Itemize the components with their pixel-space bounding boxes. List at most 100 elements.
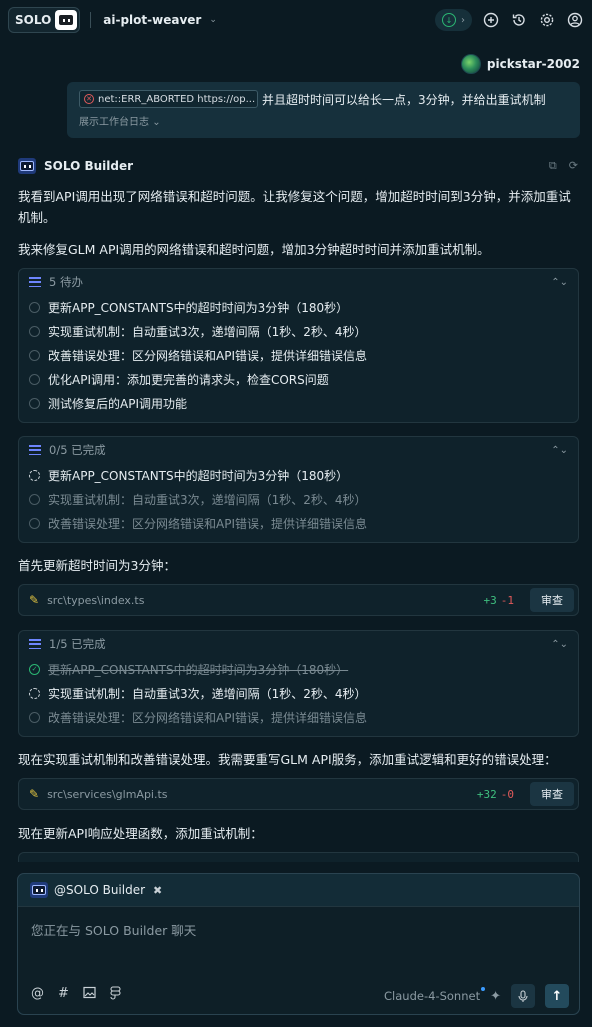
user-message-text: 并且超时时间可以给长一点，3分钟，并给出重试机制 (262, 92, 546, 107)
assistant-paragraph: 首先更新超时时间为3分钟： (18, 558, 176, 573)
microphone-button[interactable] (511, 984, 535, 1008)
todo-label: 更新APP_CONSTANTS中的超时时间为3分钟（180秒） (48, 300, 349, 315)
pending-circle-icon (29, 493, 40, 505)
todo-label: 改善错误处理：区分网络错误和API错误，提供详细错误信息 (48, 348, 367, 363)
pending-circle-icon (29, 517, 40, 529)
builder-header: SOLO Builder ⧉ ⟳ (18, 156, 578, 176)
pending-circle-icon (29, 711, 40, 723)
todo-item: 改善错误处理：区分网络错误和API错误，提供详细错误信息 (19, 511, 578, 535)
chat-input-panel: @SOLO Builder ✖ 您正在与 SOLO Builder 聊天 @ #… (17, 873, 580, 1015)
expand-icon[interactable]: ⌃⌄ (551, 639, 568, 650)
settings-icon[interactable] (538, 11, 556, 29)
in-progress-icon (29, 469, 40, 481)
solo-logo[interactable]: SOLO (8, 7, 81, 33)
edit-file-icon: ✎ (29, 593, 40, 607)
tools-icon[interactable]: ✖ (153, 884, 162, 897)
image-icon[interactable] (83, 986, 96, 1004)
in-progress-icon (29, 687, 40, 699)
top-bar: SOLO ai-plot-weaver ⌄ ↓ › (0, 0, 592, 40)
todo-label: 优化API调用：添加更完善的请求头，检查CORS问题 (48, 372, 329, 387)
lines-added: +3 (483, 593, 497, 607)
assistant-paragraph: 我来修复GLM API调用的网络错误和超时问题，增加3分钟超时时间并添加重试机制… (18, 242, 490, 257)
copy-icon[interactable]: ⧉ (549, 159, 557, 173)
builder-bot-icon (18, 158, 36, 174)
todo-card-title: 0/5 已完成 (49, 443, 106, 457)
todo-progress-card: 0/5 已完成 ⌃⌄ 更新APP_CONSTANTS中的超时时间为3分钟（180… (18, 436, 579, 543)
assistant-paragraph: 我看到API调用出现了网络错误和超时问题。让我修复这个问题，增加超时时间到3分钟… (18, 189, 571, 225)
account-icon[interactable] (566, 11, 584, 29)
agent-mention[interactable]: @SOLO Builder (54, 883, 145, 897)
hash-icon[interactable]: # (58, 986, 69, 1004)
send-button[interactable]: ↑ (545, 984, 569, 1008)
todo-card-title: 1/5 已完成 (49, 637, 106, 651)
task-list-icon (29, 277, 41, 287)
user-header: pickstar-2002 (460, 54, 580, 74)
error-chip-text: net::ERR_ABORTED https://op... (98, 93, 256, 105)
project-name[interactable]: ai-plot-weaver (103, 13, 201, 27)
task-list-icon (29, 639, 41, 649)
todo-item: 实现重试机制：自动重试3次，递增间隔（1秒、2秒、4秒） (19, 487, 578, 511)
pending-circle-icon (29, 397, 40, 409)
pending-circle-icon (29, 301, 40, 313)
user-message-bubble: ✕ net::ERR_ABORTED https://op... 并且超时时间可… (67, 82, 580, 138)
task-list-icon (29, 445, 41, 455)
chat-input[interactable]: 您正在与 SOLO Builder 聊天 @ # Claude-4-Sonnet… (18, 906, 579, 1014)
solo-logo-text: SOLO (15, 13, 52, 27)
figma-icon[interactable] (110, 986, 121, 1004)
chevron-right-icon: › (461, 14, 465, 26)
todo-label: 更新APP_CONSTANTS中的超时时间为3分钟（180秒） (48, 468, 349, 483)
expand-icon[interactable]: ⌃⌄ (551, 445, 568, 456)
error-icon: ✕ (84, 94, 94, 104)
todo-label: 测试修复后的API调用功能 (48, 396, 187, 411)
collapse-icon[interactable]: ⌃⌄ (551, 277, 568, 288)
model-name: Claude-4-Sonnet (384, 989, 481, 1003)
todo-item: ✓ 更新APP_CONSTANTS中的超时时间为3分钟（180秒） (19, 657, 578, 681)
file-path: src\types\index.ts (47, 593, 145, 607)
lines-removed: -1 (500, 593, 514, 607)
model-selector[interactable]: Claude-4-Sonnet (384, 987, 486, 1003)
review-button[interactable]: 审查 (530, 782, 574, 806)
refresh-icon[interactable]: ⟳ (569, 159, 578, 173)
download-status-button[interactable]: ↓ › (435, 9, 472, 31)
chat-input-placeholder: 您正在与 SOLO Builder 聊天 (31, 923, 197, 938)
bot-icon (55, 10, 78, 30)
todo-label: 改善错误处理：区分网络错误和API错误，提供详细错误信息 (48, 516, 367, 531)
username: pickstar-2002 (486, 57, 580, 71)
file-path: src\services\glmApi.ts (47, 787, 168, 801)
show-logs-label: 展示工作台日志 (79, 117, 149, 128)
lines-added: +32 (476, 787, 497, 801)
todo-item: 优化API调用：添加更完善的请求头，检查CORS问题 (19, 367, 578, 391)
todo-label: 实现重试机制：自动重试3次，递增间隔（1秒、2秒、4秒） (48, 492, 367, 507)
todo-label: 实现重试机制：自动重试3次，递增间隔（1秒、2秒、4秒） (48, 324, 367, 339)
pending-circle-icon (29, 373, 40, 385)
mention-icon[interactable]: @ (31, 986, 44, 1004)
error-attachment-chip[interactable]: ✕ net::ERR_ABORTED https://op... (79, 90, 258, 108)
todo-label: 更新APP_CONSTANTS中的超时时间为3分钟（180秒） (48, 662, 349, 677)
review-button[interactable]: 审查 (530, 588, 574, 612)
assistant-paragraph: 现在实现重试机制和改善错误处理。我需要重写GLM API服务，添加重试逻辑和更好… (18, 752, 557, 767)
todo-label: 实现重试机制：自动重试3次，递增间隔（1秒、2秒、4秒） (48, 686, 367, 701)
sparkle-icon[interactable]: ✦ (490, 989, 501, 1004)
file-change-card[interactable]: ✎ src\types\index.ts +3 -1 审查 (18, 584, 579, 616)
assistant-paragraph: 现在更新API响应处理函数，添加重试机制： (18, 826, 263, 841)
new-chat-icon[interactable] (482, 11, 500, 29)
download-status-icon: ↓ (442, 13, 456, 27)
lines-removed: -0 (500, 787, 514, 801)
show-logs-toggle[interactable]: 展示工作台日志 ⌄ (79, 113, 570, 128)
diff-stats: +3 -1 (484, 594, 515, 607)
todo-item: 实现重试机制：自动重试3次，递增间隔（1秒、2秒、4秒） (19, 681, 578, 705)
file-change-card (18, 852, 579, 862)
todo-card-title: 5 待办 (49, 275, 83, 289)
todo-item: 测试修复后的API调用功能 (19, 391, 578, 415)
todo-item: 改善错误处理：区分网络错误和API错误，提供详细错误信息 (19, 705, 578, 729)
pending-circle-icon (29, 325, 40, 337)
history-icon[interactable] (510, 11, 528, 29)
chevron-down-icon[interactable]: ⌄ (209, 15, 217, 25)
todo-progress-card: 1/5 已完成 ⌃⌄ ✓ 更新APP_CONSTANTS中的超时时间为3分钟（18… (18, 630, 579, 737)
diff-stats: +32 -0 (477, 788, 514, 801)
builder-bot-icon (30, 882, 48, 898)
divider (90, 12, 92, 28)
file-change-card[interactable]: ✎ src\services\glmApi.ts +32 -0 审查 (18, 778, 579, 810)
todo-item: 实现重试机制：自动重试3次，递增间隔（1秒、2秒、4秒） (19, 319, 578, 343)
todo-item: 更新APP_CONSTANTS中的超时时间为3分钟（180秒） (19, 463, 578, 487)
